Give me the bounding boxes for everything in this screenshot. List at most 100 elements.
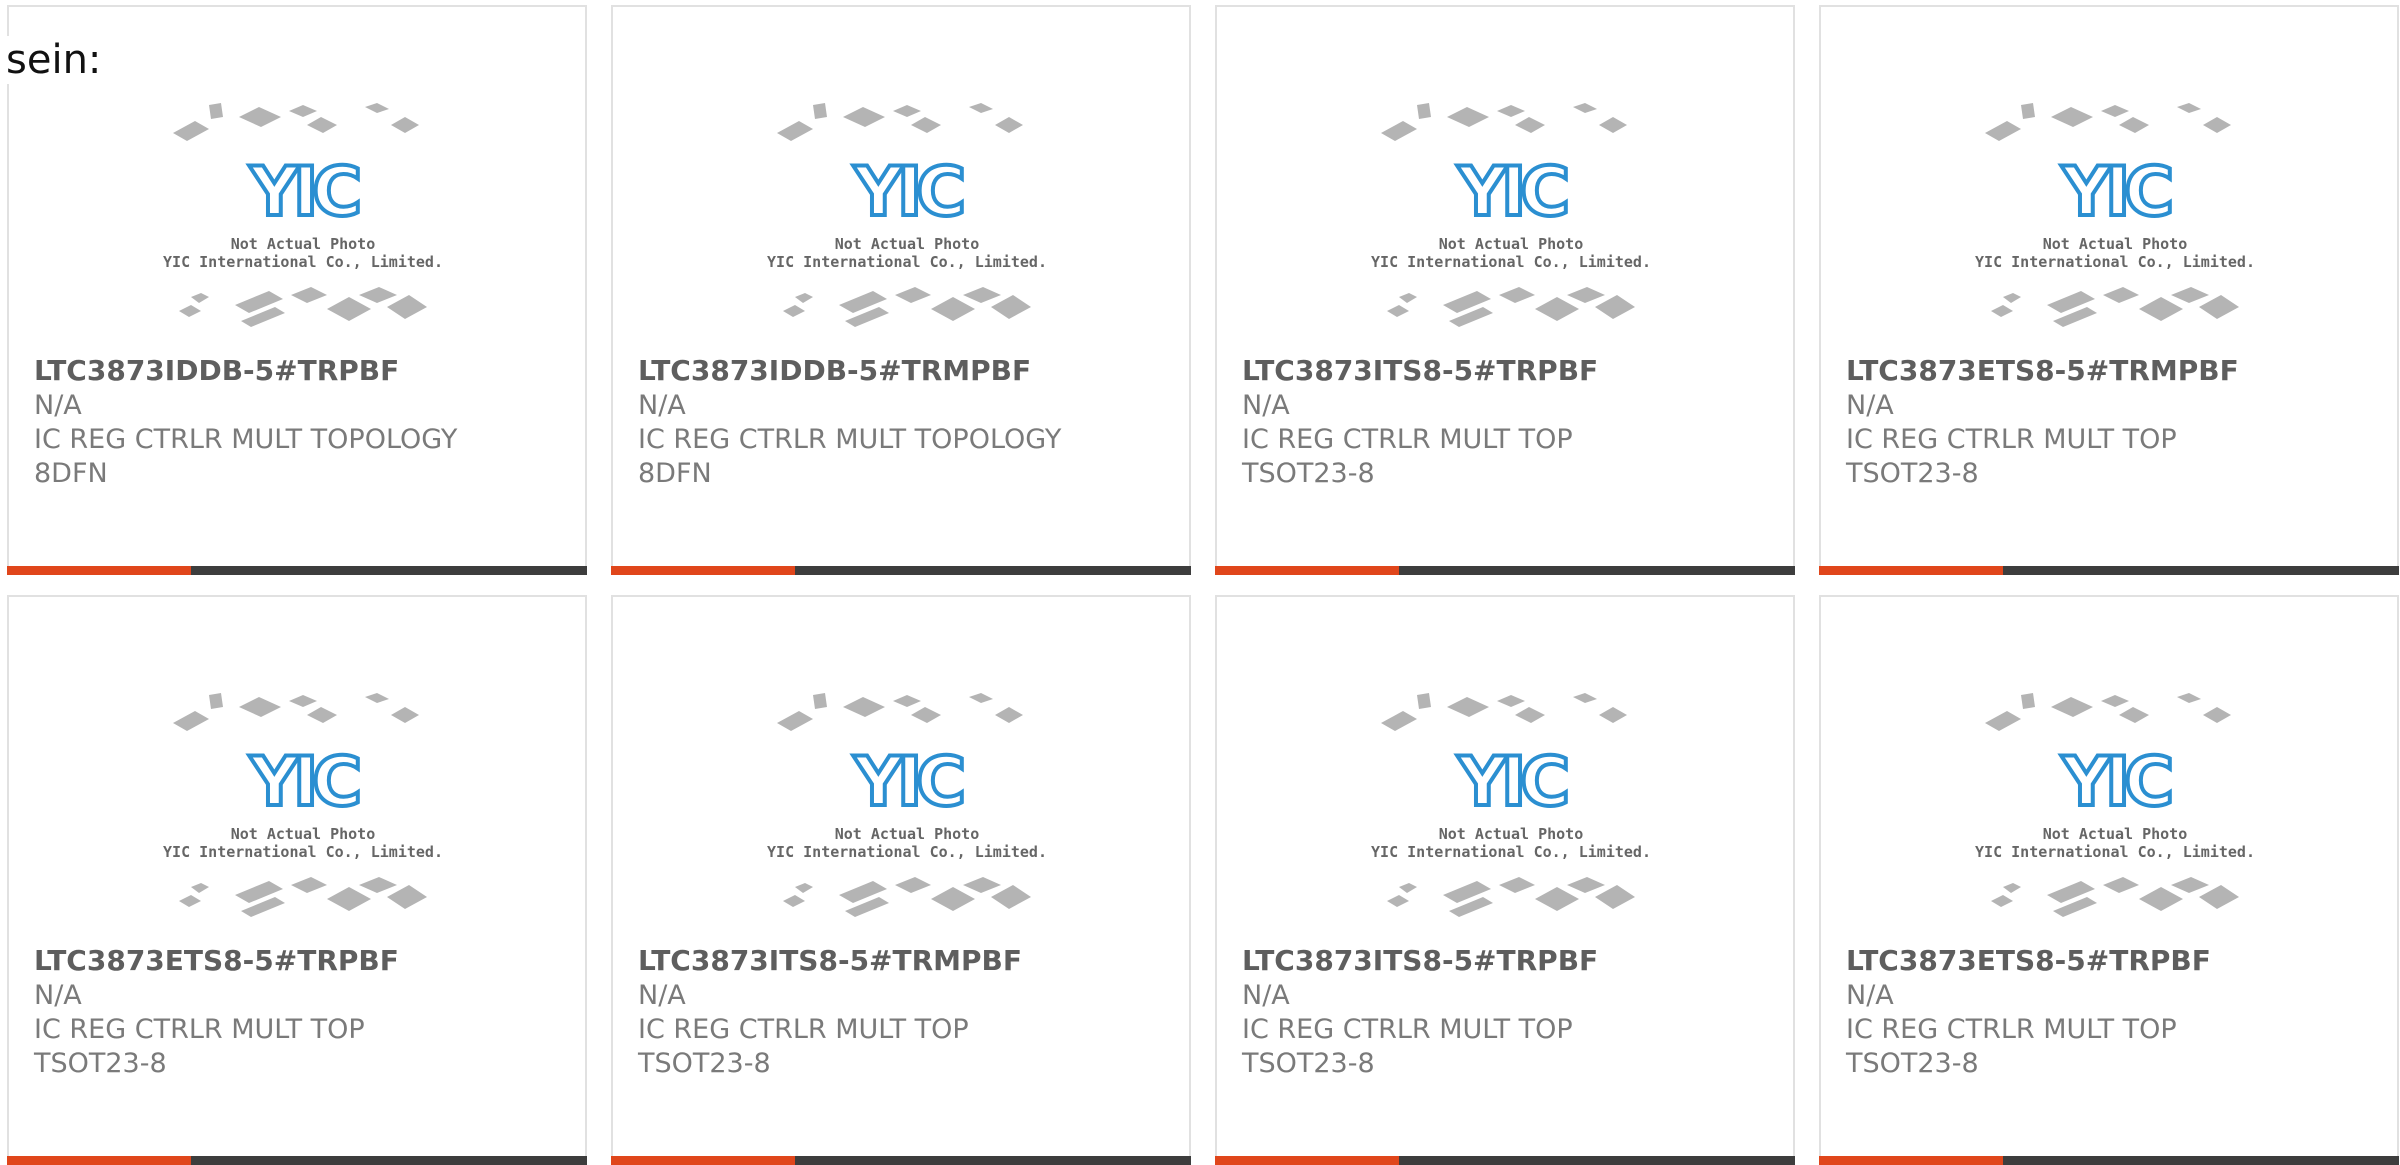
yic-logo: YIC — [853, 153, 963, 232]
chip-icon — [795, 293, 813, 303]
chip-icon — [289, 695, 317, 707]
card-accent-bar — [1819, 566, 2003, 575]
chip-icon — [1399, 293, 1417, 303]
manufacturer: N/A — [34, 390, 82, 421]
placeholder-graphic: YIC Not Actual PhotoYIC International Co.… — [767, 103, 1047, 327]
placeholder-caption: YIC International Co., Limited. — [1371, 843, 1651, 861]
manufacturer: N/A — [638, 980, 686, 1011]
product-card[interactable]: YIC Not Actual Photo YIC International Co.… — [1215, 595, 1795, 1165]
chip-icon — [813, 693, 827, 709]
yic-logo: YIC — [249, 743, 359, 822]
part-number-link[interactable]: LTC3873IDDB-5#TRMPBF — [638, 353, 1178, 389]
chip-icon — [239, 107, 281, 127]
part-number-link[interactable]: LTC3873ETS8-5#TRPBF — [34, 943, 574, 979]
chip-icon — [2119, 117, 2149, 133]
chip-icon — [2171, 287, 2209, 303]
chip-icon — [1497, 695, 1525, 707]
product-card[interactable]: YIC Not Actual Photo YIC International Co.… — [1819, 595, 2399, 1165]
intro-text: sein: — [6, 36, 102, 84]
chip-icon — [2101, 695, 2129, 707]
chip-icon — [991, 885, 1031, 909]
placeholder-caption: Not Actual Photo — [835, 235, 980, 253]
chip-icon — [365, 693, 389, 703]
chip-icon — [1573, 103, 1597, 113]
part-number-link[interactable]: LTC3873ETS8-5#TRPBF — [1846, 943, 2386, 979]
part-number-link[interactable]: LTC3873IDDB-5#TRPBF — [34, 353, 574, 389]
placeholder-graphic: YIC Not Actual PhotoYIC International Co.… — [1975, 103, 2255, 327]
product-image-placeholder[interactable]: YIC Not Actual Photo YIC International Co.… — [1369, 687, 1654, 932]
product-card[interactable]: YIC Not Actual Photo YIC International Co.… — [7, 595, 587, 1165]
placeholder-caption: YIC International Co., Limited. — [767, 253, 1047, 271]
placeholder-caption: YIC International Co., Limited. — [1975, 253, 2255, 271]
chip-icon — [2177, 693, 2201, 703]
product-card[interactable]: YIC Not Actual Photo YIC International Co.… — [1819, 5, 2399, 575]
chip-icon — [291, 877, 327, 893]
manufacturer: N/A — [638, 390, 686, 421]
product-info: LTC3873ITS8-5#TRMPBF N/A IC REG CTRLR MU… — [638, 943, 1178, 1081]
chip-icon — [795, 883, 813, 893]
chip-icon — [931, 297, 975, 321]
product-info: LTC3873ETS8-5#TRMPBF N/A IC REG CTRLR MU… — [1846, 353, 2386, 491]
chip-icon — [843, 697, 885, 717]
placeholder-graphic: YIC Not Actual PhotoYIC International Co.… — [163, 693, 443, 917]
chip-icon — [2051, 697, 2093, 717]
placeholder-caption: YIC International Co., Limited. — [1371, 253, 1651, 271]
chip-icon — [843, 107, 885, 127]
description: IC REG CTRLR MULT TOP — [1242, 1014, 1573, 1045]
chip-icon — [995, 117, 1023, 133]
part-number-link[interactable]: LTC3873ITS8-5#TRPBF — [1242, 353, 1782, 389]
product-card[interactable]: YIC Not Actual Photo YIC International Co.… — [611, 5, 1191, 575]
chip-icon — [291, 287, 327, 303]
chip-icon — [209, 103, 223, 119]
chip-icon — [2199, 885, 2239, 909]
chip-icon — [1515, 707, 1545, 723]
product-image-placeholder[interactable]: YIC Not Actual Photo YIC International Co.… — [1973, 97, 2258, 342]
chip-icon — [2203, 117, 2231, 133]
chip-icon — [783, 895, 805, 907]
chip-icon — [2177, 103, 2201, 113]
chip-icon — [1499, 287, 1535, 303]
description: IC REG CTRLR MULT TOP — [1242, 424, 1573, 455]
chip-icon — [1595, 885, 1635, 909]
placeholder-caption: YIC International Co., Limited. — [163, 253, 443, 271]
description: IC REG CTRLR MULT TOP — [1846, 424, 2177, 455]
product-image-placeholder[interactable]: YIC Not Actual Photo YIC International Co.… — [1369, 97, 1654, 342]
product-image-placeholder[interactable]: YIC Not Actual Photo YIC International Co.… — [161, 687, 446, 932]
chip-icon — [359, 287, 397, 303]
product-image-placeholder[interactable]: YIC Not Actual Photo YIC International Co.… — [1973, 687, 2258, 932]
chip-icon — [991, 295, 1031, 319]
chip-icon — [1595, 295, 1635, 319]
chip-icon — [813, 103, 827, 119]
part-number-link[interactable]: LTC3873ETS8-5#TRMPBF — [1846, 353, 2386, 389]
placeholder-caption: Not Actual Photo — [835, 825, 980, 843]
card-bottom-bar — [611, 566, 1191, 575]
product-image-placeholder[interactable]: YIC Not Actual Photo YIC International Co.… — [765, 687, 1050, 932]
placeholder-graphic: YIC Not Actual PhotoYIC International Co.… — [163, 103, 443, 327]
product-card[interactable]: YIC Not Actual Photo YIC International Co.… — [611, 595, 1191, 1165]
placeholder-graphic: YIC Not Actual PhotoYIC International Co.… — [1371, 103, 1651, 327]
product-image-placeholder[interactable]: YIC Not Actual Photo YIC International Co.… — [765, 97, 1050, 342]
product-card[interactable]: YIC Not Actual Photo YIC International Co.… — [7, 5, 587, 575]
yic-logo: YIC — [1457, 743, 1567, 822]
chip-icon — [1497, 105, 1525, 117]
chip-icon — [895, 287, 931, 303]
product-image-placeholder[interactable]: YIC Not Actual Photo YIC International Co.… — [161, 97, 446, 342]
chip-icon — [391, 707, 419, 723]
chip-icon — [2119, 707, 2149, 723]
chip-icon — [2003, 293, 2021, 303]
chip-icon — [2021, 103, 2035, 119]
chip-icon — [179, 895, 201, 907]
product-card[interactable]: YIC Not Actual Photo YIC International Co.… — [1215, 5, 1795, 575]
yic-logo: YIC — [249, 153, 359, 232]
chip-icon — [2203, 707, 2231, 723]
part-number-link[interactable]: LTC3873ITS8-5#TRMPBF — [638, 943, 1178, 979]
part-number-link[interactable]: LTC3873ITS8-5#TRPBF — [1242, 943, 1782, 979]
chip-icon — [1447, 697, 1489, 717]
placeholder-caption: Not Actual Photo — [231, 235, 376, 253]
placeholder-caption: Not Actual Photo — [1439, 825, 1584, 843]
chip-icon — [1535, 887, 1579, 911]
chip-icon — [2051, 107, 2093, 127]
chip-icon — [893, 105, 921, 117]
card-accent-bar — [7, 566, 191, 575]
chip-icon — [2139, 887, 2183, 911]
